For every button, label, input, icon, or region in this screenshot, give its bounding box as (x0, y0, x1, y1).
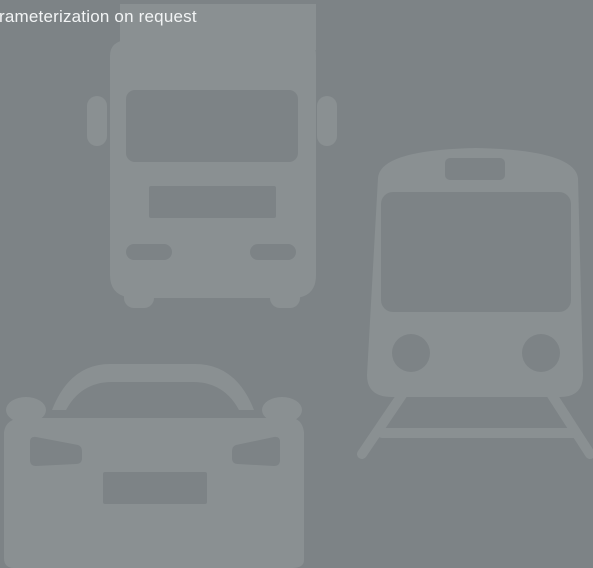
car-icon (4, 364, 304, 568)
vehicle-illustration-panel: rameterization on request (0, 0, 593, 568)
truck-icon (87, 4, 337, 308)
vehicle-silhouettes (4, 4, 593, 568)
caption-text: rameterization on request (0, 7, 197, 26)
tram-icon (357, 148, 593, 459)
